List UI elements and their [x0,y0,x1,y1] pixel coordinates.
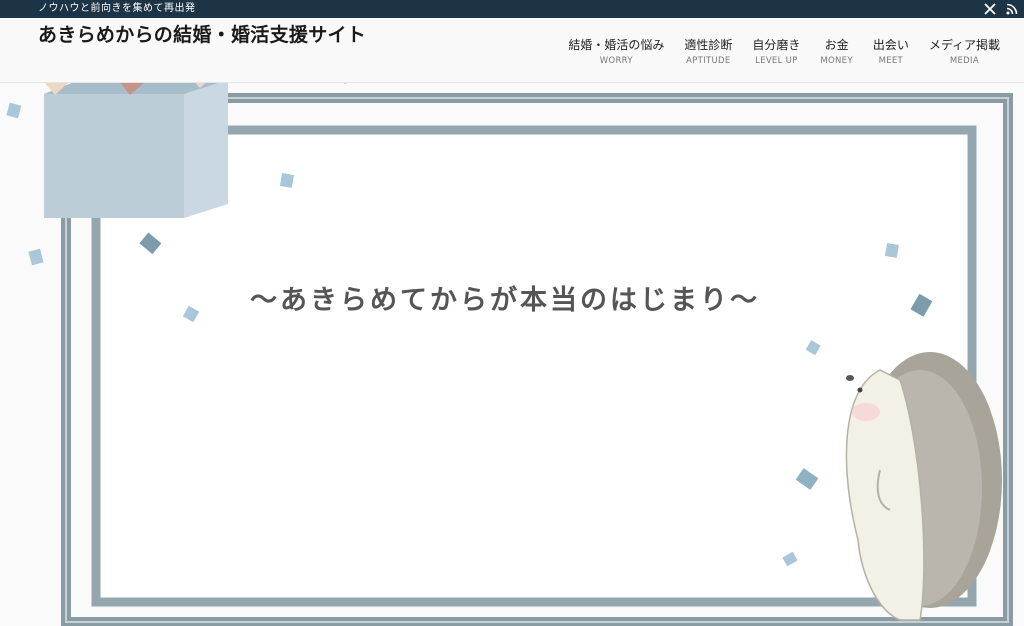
nav-item-media[interactable]: メディア掲載 MEDIA [919,38,1010,67]
x-icon[interactable] [984,3,996,15]
gift-box [44,82,228,218]
nav-item-sub: LEVEL UP [755,56,798,66]
nav-item-worry[interactable]: 結婚・婚活の悩み WORRY [558,38,674,67]
site-tagline: ノウハウと前向きを集めて再出発 [38,3,196,14]
hero-illustration [6,82,1013,626]
nav-item-money[interactable]: お金 MONEY [810,38,862,67]
nav-item-level-up[interactable]: 自分磨き LEVEL UP [742,38,810,67]
rss-icon[interactable] [1006,3,1018,15]
nav-item-label: 出会い [872,38,909,52]
nav-item-sub: MONEY [820,56,853,66]
nav-item-label: メディア掲載 [928,38,1000,52]
nav-item-sub: MEET [878,56,904,66]
hedgehog [845,352,1002,621]
nav-item-label: お金 [824,38,849,52]
nav-item-label: 自分磨き [752,38,801,52]
social-icons [984,0,1018,18]
nav-item-sub: APTITUDE [686,56,731,66]
nav-item-aptitude[interactable]: 適性診断 APTITUDE [674,38,742,67]
site-title[interactable]: あきらめからの結婚・婚活支援サイト [38,26,378,45]
nav-item-meet[interactable]: 出会い MEET [863,38,919,67]
main-nav: 結婚・婚活の悩み WORRY 適性診断 APTITUDE 自分磨き LEVEL … [558,38,1010,67]
nav-item-label: 適性診断 [684,38,733,52]
nav-item-sub: MEDIA [949,56,979,66]
nav-item-sub: WORRY [599,56,633,66]
site-header: あきらめからの結婚・婚活支援サイト 結婚・婚活の悩み WORRY 適性診断 AP… [0,18,1024,83]
hero-catchphrase: ～あきらめてからが本当のはじまり～ [250,285,760,316]
nav-item-label: 結婚・婚活の悩み [568,38,665,52]
hero-banner: ～あきらめてからが本当のはじまり～ [0,82,1024,626]
top-bar: ノウハウと前向きを集めて再出発 [0,0,1024,18]
